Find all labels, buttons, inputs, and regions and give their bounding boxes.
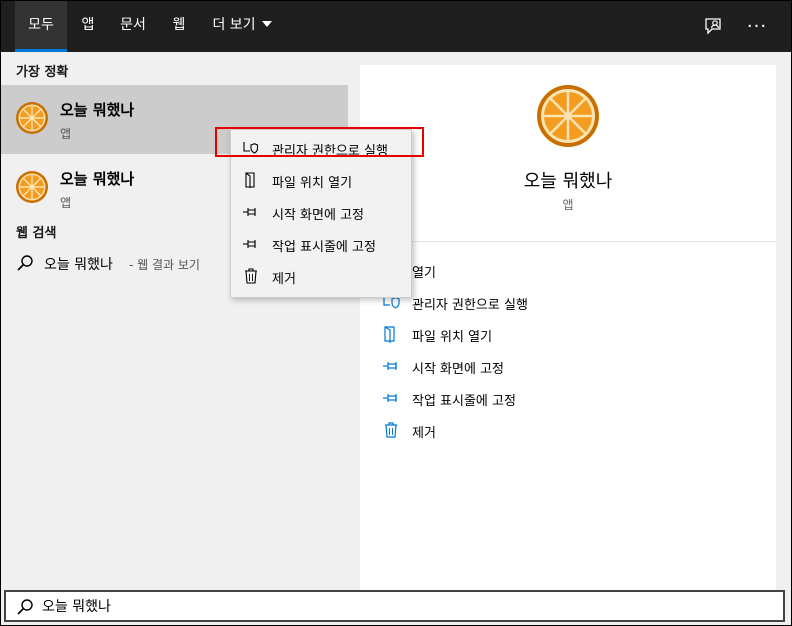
more-icon[interactable]: ···: [743, 12, 771, 40]
detail-app-type: 앱: [562, 198, 574, 212]
action-pin-to-start[interactable]: 시작 화면에 고정: [382, 355, 762, 381]
context-item-label: 파일 위치 열기: [272, 176, 353, 191]
context-pin-to-taskbar[interactable]: 작업 표시줄에 고정: [231, 229, 411, 259]
top-bar: 모두 앱 문서 웹 더 보기 ···: [1, 1, 791, 52]
pin-icon: [243, 208, 256, 216]
tab-documents[interactable]: 문서: [113, 1, 153, 52]
web-search-query: 오늘 뭐했나: [44, 257, 113, 273]
action-run-as-admin[interactable]: 관리자 권한으로 실행: [382, 291, 762, 317]
search-icon: [17, 599, 33, 615]
tab-web[interactable]: 웹: [164, 1, 194, 52]
context-open-file-location[interactable]: 파일 위치 열기: [231, 165, 411, 195]
highlight-box: [215, 127, 424, 157]
search-input[interactable]: [42, 596, 742, 616]
tab-web-label: 웹: [172, 17, 186, 33]
pin-icon: [243, 240, 256, 248]
tab-apps[interactable]: 앱: [73, 1, 103, 52]
tab-all-label: 모두: [28, 17, 54, 33]
tab-more[interactable]: 더 보기: [207, 1, 277, 52]
orange-slice-icon: [16, 171, 48, 203]
orange-slice-icon: [16, 102, 48, 134]
action-open-file-location[interactable]: 파일 위치 열기: [382, 323, 762, 349]
folder-open-icon: [384, 326, 395, 343]
orange-slice-icon: [537, 85, 599, 147]
feedback-icon[interactable]: [699, 12, 727, 40]
result-type: 앱: [60, 196, 72, 210]
best-match-heading: 가장 정확: [16, 65, 69, 80]
search-bar: [4, 590, 785, 622]
action-open[interactable]: 열기: [382, 259, 762, 285]
action-label: 열기: [412, 266, 436, 281]
action-label: 작업 표시줄에 고정: [412, 394, 516, 409]
context-item-label: 작업 표시줄에 고정: [272, 240, 376, 255]
tab-apps-label: 앱: [81, 17, 95, 33]
context-pin-to-start[interactable]: 시작 화면에 고정: [231, 197, 411, 227]
search-window: 모두 앱 문서 웹 더 보기 ··· 가장 정확 오늘 뭐했나 앱 오늘 뭐했나…: [0, 0, 792, 626]
more-glyph: ···: [746, 15, 768, 37]
folder-open-icon: [245, 172, 255, 188]
search-icon: [17, 255, 33, 271]
action-pin-to-taskbar[interactable]: 작업 표시줄에 고정: [382, 387, 762, 413]
tab-more-label: 더 보기: [212, 17, 256, 33]
action-label: 제거: [412, 426, 436, 441]
trash-icon: [385, 422, 397, 438]
result-name: 오늘 뭐했나: [60, 170, 135, 188]
divider: [360, 241, 776, 242]
chevron-down-icon: [261, 21, 272, 27]
trash-icon: [245, 268, 257, 284]
context-uninstall[interactable]: 제거: [231, 261, 411, 291]
result-type: 앱: [60, 127, 72, 141]
pin-icon: [383, 394, 397, 402]
action-label: 파일 위치 열기: [412, 330, 493, 345]
context-item-label: 제거: [272, 272, 296, 287]
action-label: 시작 화면에 고정: [412, 362, 504, 377]
detail-app-name: 오늘 뭐했나: [523, 171, 613, 192]
tab-all[interactable]: 모두: [15, 1, 67, 52]
tab-documents-label: 문서: [120, 17, 146, 33]
web-search-suffix: - 웹 결과 보기: [129, 258, 200, 272]
action-label: 관리자 권한으로 실행: [412, 298, 528, 313]
context-item-label: 시작 화면에 고정: [272, 208, 364, 223]
result-name: 오늘 뭐했나: [60, 101, 135, 119]
action-uninstall[interactable]: 제거: [382, 419, 762, 445]
web-search-heading: 웹 검색: [16, 226, 57, 241]
pin-icon: [383, 362, 397, 370]
